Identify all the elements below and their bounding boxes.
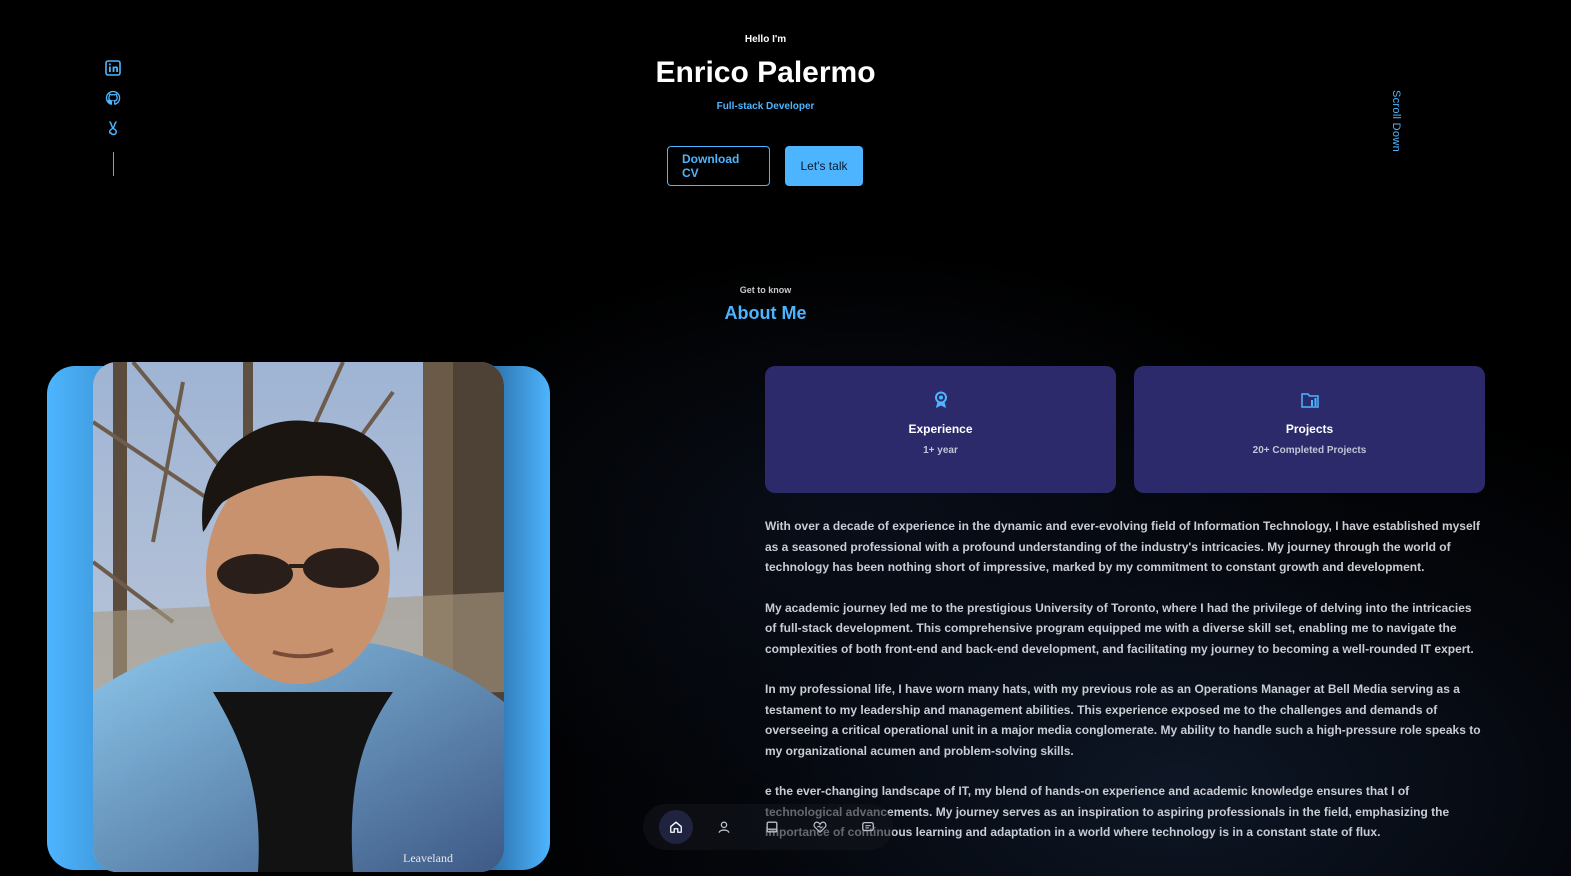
home-icon — [670, 821, 682, 833]
experience-title: Experience — [908, 422, 973, 436]
nav-experience[interactable] — [755, 810, 789, 844]
about-kicker: Get to know — [739, 285, 792, 295]
hero-role: Full-stack Developer — [716, 101, 815, 112]
bottom-nav — [643, 804, 893, 850]
message-icon — [862, 821, 874, 832]
user-icon — [718, 821, 730, 833]
book-icon — [766, 821, 778, 833]
profile-photo: Leaveland — [93, 362, 504, 872]
social-icon[interactable] — [105, 120, 121, 136]
about-cards: Experience 1+ year Projects 20+ Complete… — [765, 366, 1485, 493]
about-title: About Me — [724, 303, 807, 323]
nav-home[interactable] — [659, 810, 693, 844]
nav-about[interactable] — [707, 810, 741, 844]
hero-name: Enrico Palermo — [655, 56, 876, 89]
scroll-down-link[interactable]: Scroll Down — [1390, 90, 1402, 152]
bio-paragraph: In my professional life, I have worn man… — [765, 682, 1481, 758]
experience-value: 1+ year — [923, 445, 958, 456]
cta-buttons: Download CV Let's talk — [667, 146, 863, 186]
about-bio: With over a decade of experience in the … — [765, 516, 1485, 853]
social-divider-line — [112, 152, 114, 176]
services-icon — [813, 821, 827, 834]
greeting-text: Hello I'm — [744, 34, 787, 45]
projects-title: Projects — [1285, 422, 1334, 436]
jacket-logo-text: Leaveland — [403, 851, 453, 865]
bio-paragraph: My academic journey led me to the presti… — [765, 600, 1474, 656]
folder-icon — [1300, 390, 1320, 410]
projects-value: 20+ Completed Projects — [1252, 445, 1367, 456]
bio-paragraph: With over a decade of experience in the … — [765, 519, 1480, 574]
nav-services[interactable] — [803, 810, 837, 844]
download-cv-button[interactable]: Download CV — [667, 146, 770, 186]
lets-talk-button[interactable]: Let's talk — [785, 146, 863, 186]
projects-card: Projects 20+ Completed Projects — [1134, 366, 1485, 493]
award-icon — [931, 390, 951, 410]
experience-card: Experience 1+ year — [765, 366, 1116, 493]
nav-contact[interactable] — [851, 810, 885, 844]
